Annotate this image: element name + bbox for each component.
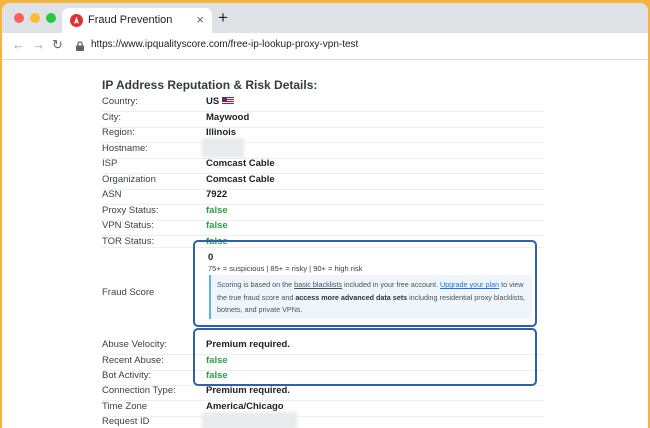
back-arrow-icon[interactable]: ← — [12, 37, 25, 52]
row-time-zone: Time Zone America/Chicago — [102, 401, 544, 417]
basic-blacklists-link[interactable]: basic blacklists — [294, 280, 342, 289]
row-connection-type: Connection Type: Premium required. — [102, 385, 544, 401]
row-value: Comcast Cable — [206, 158, 275, 169]
row-value: 7922 — [206, 189, 228, 200]
row-value: Illinois — [206, 127, 237, 138]
redacted-hostname — [202, 138, 244, 158]
row-label: Hostname: — [102, 143, 148, 154]
row-vpn-status: VPN Status: false — [102, 220, 544, 236]
row-label: Fraud Score — [102, 287, 155, 298]
row-value: Maywood — [206, 112, 250, 123]
row-label: Proxy Status: — [102, 205, 159, 216]
close-window-button[interactable] — [14, 13, 24, 23]
row-label: Organization — [102, 174, 156, 185]
row-label: Region: — [102, 127, 135, 138]
row-label: ASN — [102, 189, 122, 200]
minimize-window-button[interactable] — [30, 13, 40, 23]
row-label: Country: — [102, 96, 138, 107]
tab-title: Fraud Prevention — [88, 14, 173, 26]
row-value: false — [206, 205, 228, 216]
row-request-id: Request ID — [102, 416, 544, 428]
page-title: IP Address Reputation & Risk Details: — [102, 78, 318, 92]
row-organization: Organization Comcast Cable — [102, 174, 544, 190]
row-asn: ASN 7922 — [102, 189, 544, 205]
row-hostname: Hostname: — [102, 143, 544, 159]
row-proxy-status: Proxy Status: false — [102, 205, 544, 221]
row-country: Country: US — [102, 96, 544, 112]
row-city: City: Maywood — [102, 112, 544, 128]
fraud-score-legend: 75+ = suspicious | 85+ = risky | 90+ = h… — [208, 264, 363, 273]
browser-window: Fraud Prevention × + ← → ↻ https://www.i… — [2, 3, 648, 428]
tab-fraud-prevention[interactable]: Fraud Prevention × — [62, 8, 212, 33]
fraud-score-value: 0 — [208, 252, 214, 263]
row-label: ISP — [102, 158, 118, 169]
reload-icon[interactable]: ↻ — [52, 37, 63, 53]
row-label: Request ID — [102, 416, 150, 427]
close-tab-icon[interactable]: × — [196, 12, 204, 27]
row-value: Comcast Cable — [206, 174, 275, 185]
address-bar-url[interactable]: https://www.ipqualityscore.com/free-ip-l… — [91, 39, 358, 50]
row-label: VPN Status: — [102, 220, 154, 231]
row-label: City: — [102, 112, 121, 123]
lock-icon[interactable] — [75, 41, 85, 51]
row-label: Bot Activity: — [102, 370, 152, 381]
fraud-score-info-box: Scoring is based on the basic blacklists… — [209, 275, 532, 319]
row-label: Time Zone — [102, 401, 148, 412]
row-value: America/Chicago — [206, 401, 284, 412]
new-tab-button[interactable]: + — [218, 9, 228, 26]
row-label: Recent Abuse: — [102, 355, 164, 366]
row-label: TOR Status: — [102, 236, 155, 247]
row-label: Abuse Velocity: — [102, 339, 167, 350]
address-toolbar: ← → ↻ https://www.ipqualityscore.com/fre… — [2, 33, 648, 60]
row-value: US — [206, 96, 235, 107]
row-value: false — [206, 220, 228, 231]
row-value: Premium required. — [206, 385, 290, 396]
row-region: Region: Illinois — [102, 127, 544, 143]
upgrade-plan-link[interactable]: Upgrade your plan — [440, 280, 499, 289]
abuse-highlight — [193, 328, 537, 386]
page-content: IP Address Reputation & Risk Details: Co… — [2, 60, 648, 428]
us-flag-icon — [222, 97, 235, 105]
tab-bar: Fraud Prevention × + — [2, 3, 648, 33]
row-isp: ISP Comcast Cable — [102, 158, 544, 174]
maximize-window-button[interactable] — [46, 13, 56, 23]
site-favicon — [70, 14, 83, 27]
redacted-request-id — [202, 412, 297, 428]
row-label: Connection Type: — [102, 385, 176, 396]
forward-arrow-icon[interactable]: → — [32, 37, 45, 52]
